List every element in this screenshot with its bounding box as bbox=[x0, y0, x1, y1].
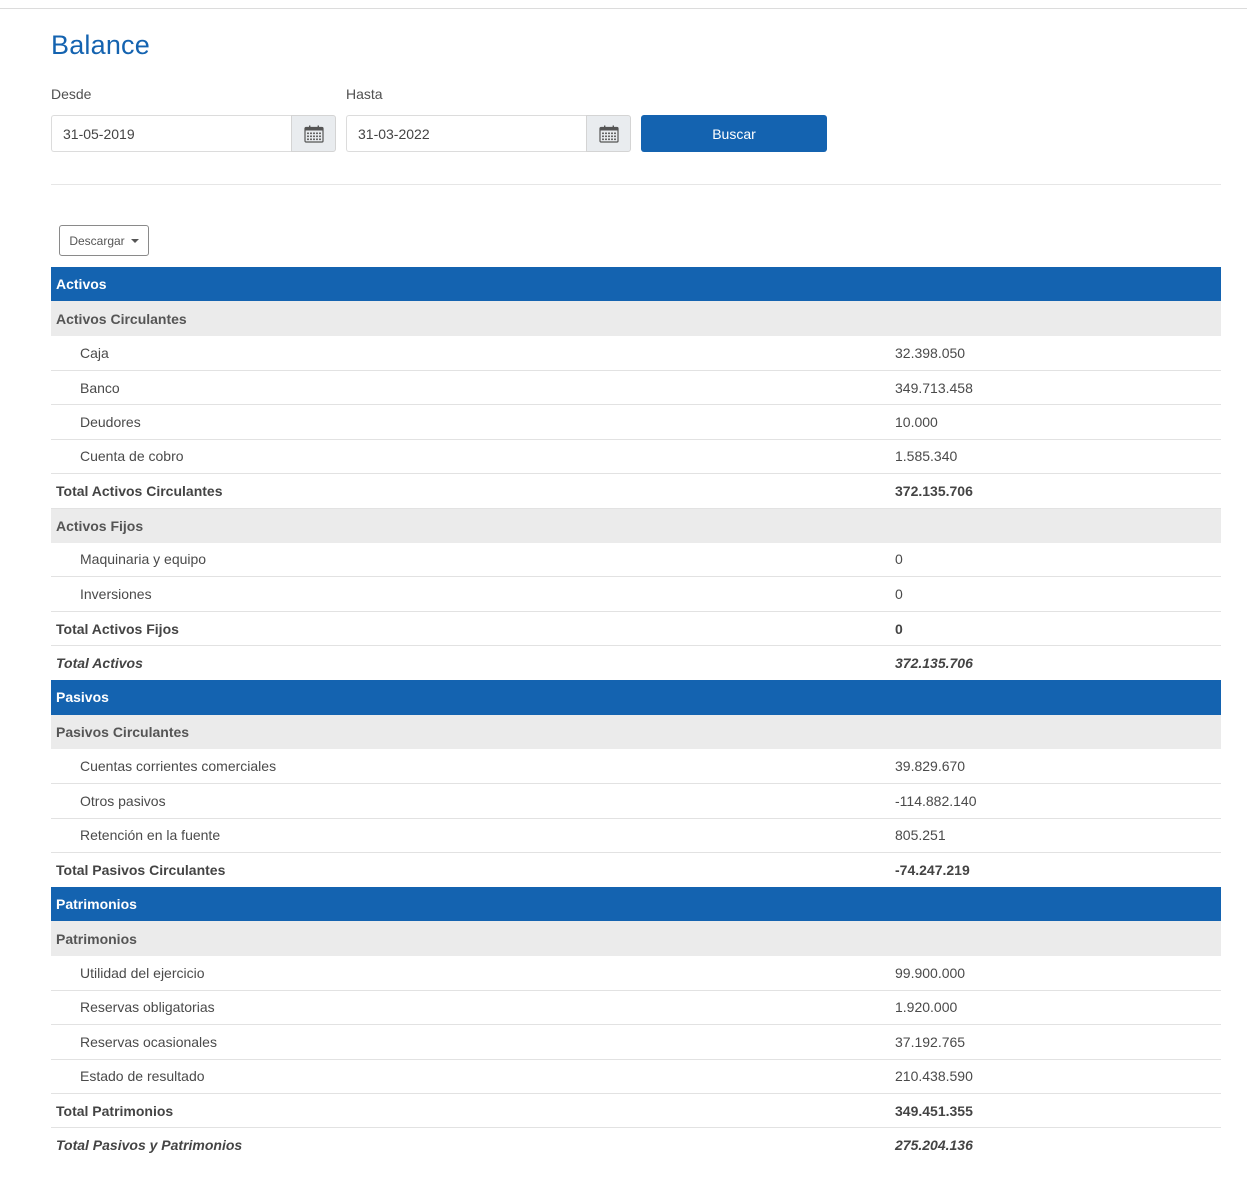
row-label: Utilidad del ejercicio bbox=[80, 964, 205, 981]
row-value: 0 bbox=[890, 576, 1221, 612]
row-label: Cuenta de cobro bbox=[51, 438, 890, 474]
row-label: Patrimonios bbox=[51, 886, 890, 922]
row-label: Total Patrimonios bbox=[51, 1092, 890, 1128]
row-value: 805.251 bbox=[890, 817, 1221, 853]
row-value bbox=[890, 714, 1221, 750]
table-row-item: Utilidad del ejercicio 99.900.000 bbox=[51, 956, 1221, 990]
row-label: Total Activos bbox=[51, 645, 890, 681]
table-row-sub: Patrimonios bbox=[51, 921, 1221, 956]
table-row-item: Retención en la fuente 805.251 bbox=[51, 817, 1221, 853]
table-row-tot: Total Patrimonios 349.451.355 bbox=[51, 1092, 1221, 1128]
row-label: Inversiones bbox=[51, 576, 890, 612]
table-row-sub: Pasivos Circulantes bbox=[51, 714, 1221, 750]
table-row-item: Inversiones 0 bbox=[51, 576, 1221, 612]
row-label: Total Activos Fijos bbox=[51, 610, 890, 646]
row-label: Deudores bbox=[51, 404, 890, 440]
row-label: Estado de resultado bbox=[51, 1058, 890, 1094]
row-value bbox=[890, 301, 1221, 336]
row-value bbox=[890, 921, 1221, 956]
row-value: 372.135.706 bbox=[890, 645, 1221, 681]
balance-table: Activos Activos Circulantes Caja 32.398.050… bbox=[51, 267, 1221, 1163]
row-label: Reservas ocasionales bbox=[51, 1024, 890, 1060]
row-label: Activos Circulantes bbox=[51, 301, 890, 336]
row-value bbox=[890, 267, 1221, 302]
row-value bbox=[890, 680, 1221, 715]
row-label: Retención en la fuente bbox=[51, 817, 890, 853]
row-value: -114.882.140 bbox=[890, 783, 1221, 818]
row-label: Pasivos bbox=[51, 680, 890, 715]
to-date-input[interactable] bbox=[346, 115, 586, 152]
calendar-icon[interactable] bbox=[291, 115, 336, 152]
row-value: 372.135.706 bbox=[890, 473, 1221, 509]
table-row-item: Reservas obligatorias 1.920.000 bbox=[51, 989, 1221, 1025]
row-label: Total Activos Circulantes bbox=[51, 473, 890, 509]
row-value: 32.398.050 bbox=[895, 344, 966, 361]
row-label: Banco bbox=[51, 369, 890, 405]
table-row-tot: Total Pasivos Circulantes -74.247.219 bbox=[51, 851, 1221, 887]
top-divider bbox=[0, 8, 1247, 9]
row-label: Reservas obligatorias bbox=[51, 989, 890, 1025]
row-label: Pasivos Circulantes bbox=[51, 714, 890, 750]
row-value: 10.000 bbox=[890, 404, 1221, 440]
row-value: 0 bbox=[890, 610, 1221, 646]
table-row-gtot: Total Pasivos y Patrimonios 275.204.136 bbox=[51, 1127, 1221, 1163]
from-date-input[interactable] bbox=[51, 115, 291, 152]
row-value: -74.247.219 bbox=[890, 851, 1221, 887]
from-date-group bbox=[51, 115, 336, 152]
table-row-sec: Pasivos bbox=[51, 680, 1221, 715]
download-dropdown-button[interactable]: Descargar bbox=[59, 225, 149, 256]
row-label: Total Pasivos Circulantes bbox=[51, 851, 890, 887]
table-row-gtot: Total Activos 372.135.706 bbox=[51, 645, 1221, 681]
row-label: Activos bbox=[51, 267, 890, 302]
to-date-group bbox=[346, 115, 631, 152]
table-row-tot: Total Activos Circulantes 372.135.706 bbox=[51, 473, 1221, 509]
to-date-label: Hasta bbox=[346, 86, 383, 102]
row-value: 1.920.000 bbox=[890, 989, 1221, 1025]
filter-divider bbox=[51, 184, 1221, 185]
row-label: Cuentas corrientes comerciales bbox=[80, 758, 277, 775]
table-row-tot: Total Activos Fijos 0 bbox=[51, 610, 1221, 646]
row-value: 99.900.000 bbox=[895, 964, 966, 981]
row-value: 39.829.670 bbox=[895, 758, 966, 775]
row-label: Patrimonios bbox=[51, 921, 890, 956]
table-row-item: Reservas ocasionales 37.192.765 bbox=[51, 1024, 1221, 1060]
table-row-item: Maquinaria y equipo 0 bbox=[51, 543, 1221, 577]
table-row-item: Cuentas corrientes comerciales 39.829.670 bbox=[51, 749, 1221, 783]
row-value bbox=[890, 886, 1221, 922]
row-value: 37.192.765 bbox=[890, 1024, 1221, 1060]
row-value: 210.438.590 bbox=[890, 1058, 1221, 1094]
row-label: Activos Fijos bbox=[51, 507, 890, 543]
table-row-item: Deudores 10.000 bbox=[51, 404, 1221, 440]
row-value: 349.451.355 bbox=[890, 1092, 1221, 1128]
table-row-sec: Patrimonios bbox=[51, 886, 1221, 922]
table-row-sec: Activos bbox=[51, 267, 1221, 302]
download-label: Descargar bbox=[69, 233, 125, 248]
row-label: Otros pasivos bbox=[51, 783, 890, 818]
table-row-item: Banco 349.713.458 bbox=[51, 369, 1221, 405]
row-value: 1.585.340 bbox=[890, 438, 1221, 474]
search-button[interactable]: Buscar bbox=[641, 115, 827, 152]
calendar-icon[interactable] bbox=[586, 115, 631, 152]
table-row-item: Cuenta de cobro 1.585.340 bbox=[51, 438, 1221, 474]
table-row-sub: Activos Circulantes bbox=[51, 301, 1221, 336]
row-label: Total Pasivos y Patrimonios bbox=[51, 1127, 890, 1163]
table-row-item: Caja 32.398.050 bbox=[51, 336, 1221, 370]
table-row-item: Estado de resultado 210.438.590 bbox=[51, 1058, 1221, 1094]
row-value bbox=[890, 507, 1221, 543]
from-date-label: Desde bbox=[51, 86, 92, 102]
row-value: 275.204.136 bbox=[890, 1127, 1221, 1163]
caret-down-icon bbox=[130, 238, 139, 243]
table-row-sub: Activos Fijos bbox=[51, 507, 1221, 543]
row-label: Caja bbox=[80, 344, 109, 361]
row-value: 349.713.458 bbox=[890, 369, 1221, 405]
row-label: Maquinaria y equipo bbox=[80, 551, 207, 568]
table-row-item: Otros pasivos -114.882.140 bbox=[51, 783, 1221, 818]
page-title: Balance bbox=[51, 30, 150, 60]
row-value: 0 bbox=[895, 551, 903, 568]
